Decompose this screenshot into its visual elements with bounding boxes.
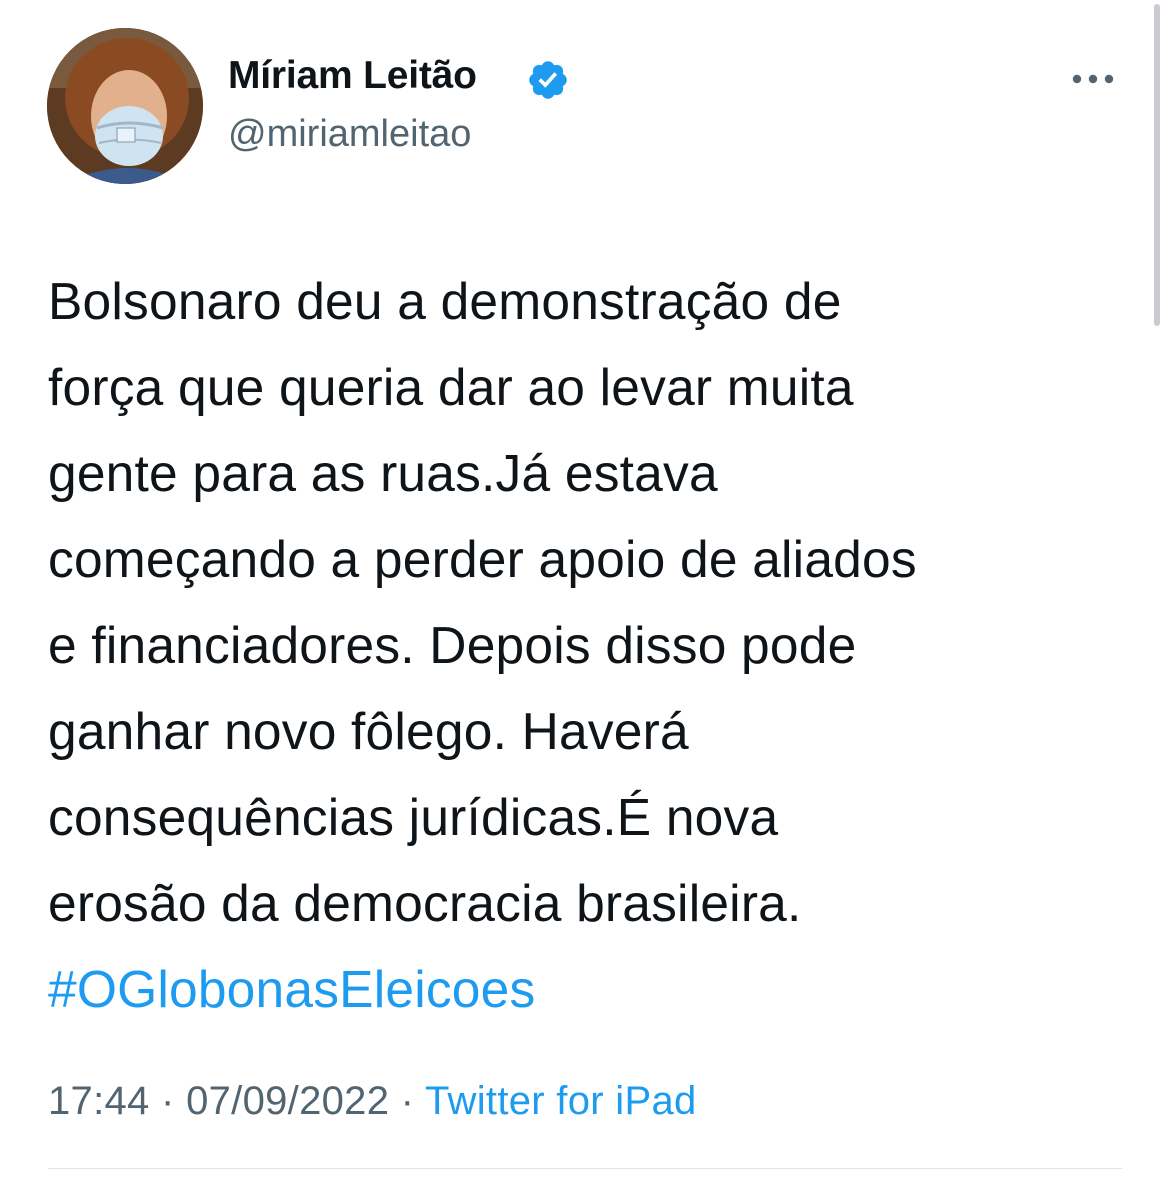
tweet-text-line: consequências jurídicas.É nova [48, 788, 779, 846]
tweet-date: 07/09/2022 [186, 1079, 390, 1123]
display-name[interactable]: Míriam Leitão [228, 54, 477, 98]
tweet-text-line: erosão da democracia brasileira. [48, 874, 802, 932]
verified-badge-icon [529, 61, 567, 99]
hashtag-link[interactable]: #OGlobonasEleicoes [48, 960, 535, 1018]
hashtag-line: #OGlobonasEleicoes [48, 946, 1138, 1032]
tweet-time: 17:44 [48, 1079, 150, 1123]
tweet-text-line: gente para as ruas.Já estava [48, 444, 718, 502]
user-handle[interactable]: @miriamleitao [228, 113, 471, 156]
meta-separator: · [389, 1079, 425, 1123]
tweet-text-line: e financiadores. Depois disso pode [48, 616, 857, 674]
more-options-icon[interactable] [1068, 66, 1118, 92]
tweet-text: Bolsonaro deu a demonstração de força qu… [48, 258, 1138, 1032]
avatar-image [47, 28, 203, 184]
divider [48, 1168, 1122, 1169]
meta-separator: · [149, 1079, 187, 1123]
tweet-text-line: começando a perder apoio de aliados [48, 530, 917, 588]
scrollbar[interactable] [1154, 4, 1160, 326]
tweet-text-line: ganhar novo fôlego. Haverá [48, 702, 689, 760]
tweet-detail: Míriam Leitão @miriamleitao Bolsonaro de… [0, 0, 1170, 1197]
tweet-source-link[interactable]: Twitter for iPad [425, 1079, 697, 1123]
tweet-text-line: Bolsonaro deu a demonstração de [48, 272, 842, 330]
avatar[interactable] [47, 28, 203, 184]
tweet-text-line: força que queria dar ao levar muita [48, 358, 854, 416]
tweet-metadata: 17:44 · 07/09/2022 · Twitter for iPad [48, 1079, 697, 1124]
